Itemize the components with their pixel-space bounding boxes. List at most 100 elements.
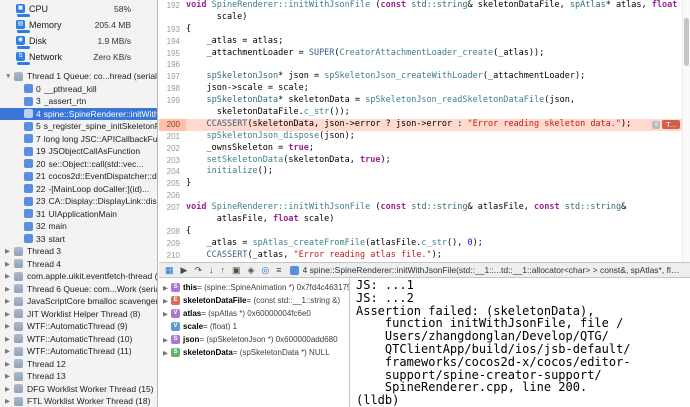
line-number[interactable]: 209 (159, 238, 186, 250)
scrollbar-thumb[interactable] (684, 18, 689, 66)
disclosure-triangle-icon[interactable]: ▶ (5, 335, 14, 343)
disclosure-triangle-icon[interactable]: ▶ (5, 310, 14, 318)
code-line[interactable]: 203 setSkeletonData(skeletonData, true); (159, 155, 690, 167)
disclosure-triangle-icon[interactable]: ▶ (163, 349, 171, 357)
line-number[interactable]: 192 (159, 0, 186, 12)
stack-frame-row[interactable]: 22 -[MainLoop doCaller:](id)... (0, 183, 157, 196)
stack-frame-row[interactable]: 21cocos2d::EventDispatcher::disp... (0, 170, 157, 183)
variable-row[interactable]: ▶ Sthis = (spine::SpineAnimation *) 0x7fd… (159, 281, 349, 294)
code-line[interactable]: atlasFile, float scale) (159, 214, 690, 226)
code-line[interactable]: 195 _attachmentLoader = SUPER(CreatorAtt… (159, 48, 690, 60)
line-number[interactable]: 194 (159, 36, 186, 48)
disclosure-triangle-icon[interactable]: ▼ (5, 73, 14, 80)
stack-frame-row[interactable]: 31 UIApplicationMain (0, 208, 157, 221)
line-number[interactable]: 208 (159, 226, 186, 238)
disclosure-triangle-icon[interactable]: ▶ (5, 372, 14, 380)
line-number[interactable] (159, 107, 186, 119)
disclosure-triangle-icon[interactable]: ▶ (163, 284, 171, 292)
stack-frame-row[interactable]: 23 CA::Display::DisplayLink::disp... (0, 195, 157, 208)
debug-bar-breadcrumb[interactable]: 4 spine::SpineRenderer::initWithJsonFile… (303, 265, 684, 275)
line-number[interactable]: 193 (159, 24, 186, 36)
stack-frame-row[interactable]: 0 __pthread_kill (0, 83, 157, 96)
disclosure-triangle-icon[interactable]: ▶ (163, 310, 171, 318)
variable-row[interactable]: Vscale = (float) 1 (159, 320, 349, 333)
code-line[interactable]: 197 spSkeletonJson* json = spSkeletonJso… (159, 71, 690, 83)
thread-row[interactable]: ▼ Thread 1 Queue: co...hread (serial) (0, 70, 157, 83)
gauge-memory[interactable]: ▤ Memory 205.4 MB (0, 19, 157, 35)
disclosure-triangle-icon[interactable]: ▶ (5, 397, 14, 405)
thread-row[interactable]: ▶ Thread 3 (0, 245, 157, 258)
thread-row[interactable]: ▶ WTF::AutomaticThread (11) (0, 345, 157, 358)
variable-row[interactable]: ▶ EskeletonDataFile = (const std::__1::st… (159, 294, 349, 307)
simulate-location-button[interactable]: ◎ (261, 263, 269, 277)
line-number[interactable]: 206 (159, 190, 186, 202)
disclosure-triangle-icon[interactable]: ▶ (5, 297, 14, 305)
continue-button[interactable]: ▶ (181, 263, 188, 277)
console-view[interactable]: JS: ...1 JS: ...2 Assertion failed: (skele… (350, 278, 690, 407)
code-line[interactable]: 207 void SpineRenderer::initWithJsonFile … (159, 202, 690, 214)
code-line[interactable]: 210 CCASSERT(_atlas, "Error reading atla… (159, 250, 690, 262)
disclosure-triangle-icon[interactable]: ▶ (5, 247, 14, 255)
disclosure-triangle-icon[interactable]: ▶ (163, 297, 171, 305)
line-number[interactable] (159, 214, 186, 226)
variable-row[interactable]: ▶ Sjson = (spSkeletonJson *) 0x600000add6… (159, 333, 349, 346)
step-into-button[interactable]: ↓ (209, 263, 214, 277)
line-number[interactable]: 196 (159, 59, 186, 71)
line-number[interactable]: 204 (159, 166, 186, 178)
line-number[interactable]: 197 (159, 71, 186, 83)
code-line[interactable]: skeletonDataFile.c_str()); (159, 107, 690, 119)
stack-frame-row[interactable]: 7long long JSC::APICallbackFunc... (0, 133, 157, 146)
thread-row[interactable]: ▶ Thread 13 (0, 370, 157, 383)
disclosure-triangle-icon[interactable]: ▶ (5, 285, 14, 293)
view-hierarchy-button[interactable]: ▣ (232, 263, 241, 277)
line-number[interactable]: 210 (159, 250, 186, 262)
disclosure-triangle-icon[interactable]: ▶ (5, 322, 14, 330)
line-number[interactable]: 195 (159, 48, 186, 60)
memory-graph-button[interactable]: ◈ (248, 263, 255, 277)
disclosure-triangle-icon[interactable]: ▶ (5, 385, 14, 393)
stack-frames-button[interactable]: ≡ (276, 263, 281, 277)
editor-scrollbar[interactable] (682, 0, 690, 262)
thread-row[interactable]: ▶ Thread 4 (0, 258, 157, 271)
code-line[interactable]: 208{ (159, 226, 690, 238)
code-line[interactable]: 196 (159, 59, 690, 71)
disclosure-triangle-icon[interactable]: ▶ (5, 347, 14, 355)
stack-frame-row[interactable]: 32 main (0, 220, 157, 233)
code-line[interactable]: 199 spSkeletonData* skeletonData = spSke… (159, 95, 690, 107)
disclosure-triangle-icon[interactable]: ▶ (5, 260, 14, 268)
gauge-cpu[interactable]: ▣ CPU 58% (0, 3, 157, 19)
thread-row[interactable]: ▶ DFG Worklist Worker Thread (15) (0, 383, 157, 396)
disclosure-triangle-icon[interactable]: ▶ (163, 336, 171, 344)
thread-row[interactable]: ▶ WTF::AutomaticThread (9) (0, 320, 157, 333)
code-line[interactable]: 193{ (159, 24, 690, 36)
code-line[interactable]: 206 (159, 190, 690, 202)
hide-debug-area-button[interactable]: ▦ (165, 263, 174, 277)
variable-row[interactable]: ▶ Vatlas = (spAtlas *) 0x60000004fc6e0 (159, 307, 349, 320)
code-line[interactable]: 205} (159, 178, 690, 190)
stack-frame-row[interactable]: 4spine::SpineRenderer::initWithJ... (0, 107, 157, 120)
thread-row[interactable]: ▶ Thread 12 (0, 358, 157, 371)
step-out-button[interactable]: ↑ (220, 263, 225, 277)
stack-frame-row[interactable]: 3 _assert_rtn (0, 95, 157, 108)
disclosure-triangle-icon[interactable]: ▶ (5, 360, 14, 368)
line-number[interactable]: 200 (159, 118, 186, 131)
line-number[interactable]: 201 (159, 131, 186, 143)
line-number[interactable]: 207 (159, 202, 186, 214)
gauge-network[interactable]: ⇅ Network Zero KB/s (0, 51, 157, 67)
code-line[interactable]: 209 _atlas = spAtlas_createFromFile(atla… (159, 238, 690, 250)
variable-row[interactable]: ▶ SskeletonData = (spSkeletonData *) NULL (159, 346, 349, 359)
line-number[interactable]: 199 (159, 95, 186, 107)
stack-frame-row[interactable]: 19 JSObjectCallAsFunction (0, 145, 157, 158)
code-line[interactable]: 198 json->scale = scale; (159, 83, 690, 95)
thread-row[interactable]: ▶ FTL Worklist Worker Thread (18) (0, 395, 157, 407)
thread-row[interactable]: ▶ JIT Worklist Helper Thread (8) (0, 308, 157, 321)
line-number[interactable]: 205 (159, 178, 186, 190)
code-line[interactable]: 201 spSkeletonJson_dispose(json); (159, 131, 690, 143)
line-number[interactable] (159, 12, 186, 24)
thread-row[interactable]: ▶ JavaScriptCore bmalloc scavenger (... (0, 295, 157, 308)
thread-row[interactable]: ▶ Thread 6 Queue: com...Work (serial) (0, 283, 157, 296)
line-number[interactable]: 203 (159, 155, 186, 167)
thread-row[interactable]: ▶ WTF::AutomaticThread (10) (0, 333, 157, 346)
disclosure-triangle-icon[interactable]: ▶ (5, 272, 14, 280)
code-line[interactable]: scale) (159, 12, 690, 24)
